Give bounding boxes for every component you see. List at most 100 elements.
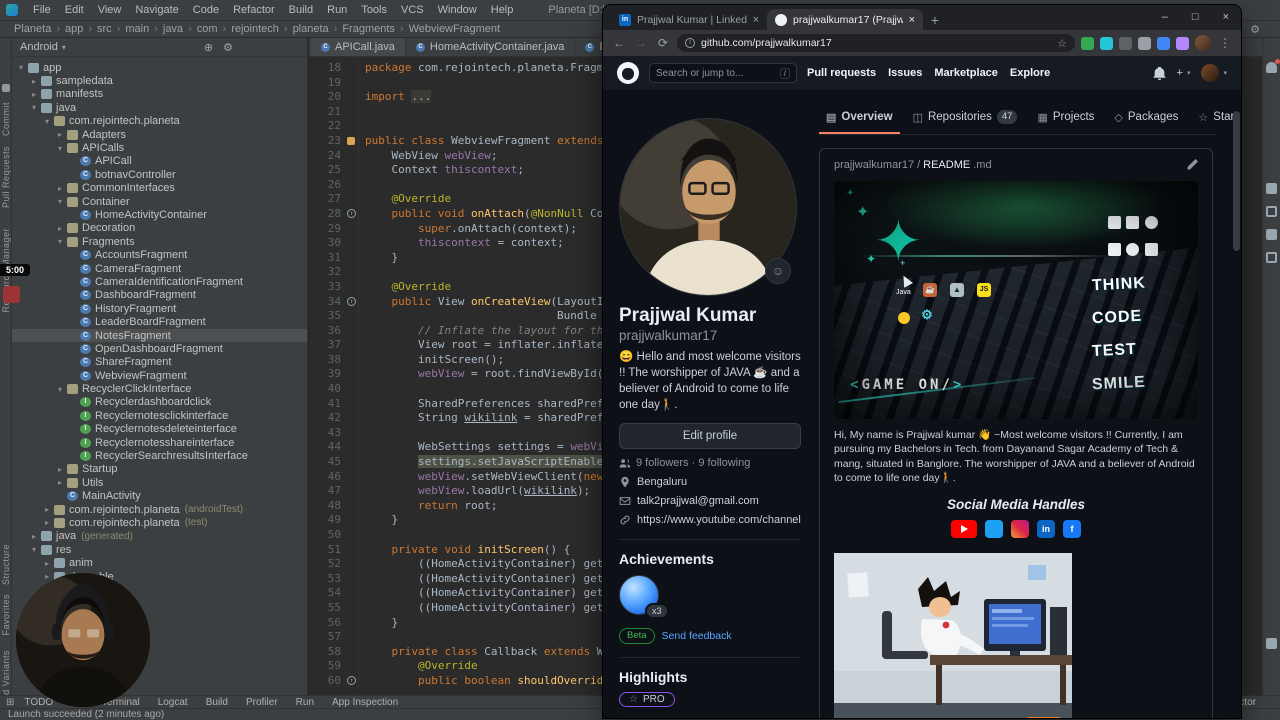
tree-item[interactable]: ▾ APICalls xyxy=(12,141,307,154)
tree-item[interactable]: ▾ res xyxy=(12,543,307,556)
extension-icon[interactable] xyxy=(1176,36,1189,50)
nav-link-marketplace[interactable]: Marketplace xyxy=(934,67,998,79)
menu-run[interactable]: Run xyxy=(320,4,354,16)
tree-item[interactable]: ▾ com.rejointech.planeta xyxy=(12,115,307,128)
tree-chevron-icon[interactable]: ▸ xyxy=(42,518,52,527)
menu-build[interactable]: Build xyxy=(282,4,320,16)
browser-profile-avatar[interactable] xyxy=(1195,35,1211,51)
facebook-icon[interactable]: f xyxy=(1063,519,1081,538)
set-status-button[interactable]: ☺ xyxy=(765,258,791,284)
reload-icon[interactable]: ⟳ xyxy=(655,36,671,50)
tree-item[interactable]: ▸ Decoration xyxy=(12,222,307,235)
tree-chevron-icon[interactable]: ▸ xyxy=(29,532,39,541)
nav-link-pull-requests[interactable]: Pull requests xyxy=(807,67,876,79)
tree-chevron-icon[interactable]: ▾ xyxy=(29,545,39,554)
breadcrumb-item[interactable]: rejointech xyxy=(218,23,279,35)
tree-item[interactable]: ▾ app xyxy=(12,61,307,74)
github-logo-icon[interactable] xyxy=(617,62,639,84)
tree-item[interactable]: ▸ com.rejointech.planeta (test) xyxy=(12,516,307,529)
tree-chevron-icon[interactable]: ▸ xyxy=(55,224,65,233)
tree-item[interactable]: C CameraIdentificationFragment xyxy=(12,275,307,288)
tree-item[interactable]: ▸ Adapters xyxy=(12,128,307,141)
tree-chevron-icon[interactable]: ▸ xyxy=(42,572,52,581)
breadcrumb-item[interactable]: Planeta xyxy=(14,23,51,35)
database-inspector-icon[interactable] xyxy=(1266,252,1277,263)
menu-edit[interactable]: Edit xyxy=(58,4,91,16)
tree-item[interactable]: C NotesFragment xyxy=(12,328,307,343)
readme-filename[interactable]: README xyxy=(923,159,970,171)
status-build[interactable]: Build xyxy=(206,697,228,708)
editor-tab[interactable]: C APICall.java xyxy=(311,38,406,56)
tool-button-favorites[interactable]: Favorites xyxy=(1,594,11,636)
instagram-icon[interactable] xyxy=(1011,519,1029,538)
tree-item[interactable]: I RecyclerSearchresultsInterface xyxy=(12,449,307,462)
extension-icon[interactable] xyxy=(1119,36,1132,50)
tree-chevron-icon[interactable]: ▸ xyxy=(29,77,39,86)
tool-button-structure[interactable]: Structure xyxy=(1,544,11,585)
edit-profile-button[interactable]: Edit profile xyxy=(619,422,801,449)
layout-grid-icon[interactable]: ⊞ xyxy=(6,697,14,708)
email-text[interactable]: talk2prajjwal@gmail.com xyxy=(637,495,759,507)
browser-tab[interactable]: prajjwalkumar17 (Prajjwal Kumar) × xyxy=(767,9,923,30)
tree-chevron-icon[interactable]: ▾ xyxy=(29,103,39,112)
tree-item[interactable]: I Recyclerdashboardclick xyxy=(12,396,307,409)
tree-item[interactable]: ▸ sampledata xyxy=(12,74,307,87)
tree-item[interactable]: ▾ Container xyxy=(12,195,307,208)
settings-gear-icon[interactable]: ⚙ xyxy=(1250,23,1260,36)
menu-help[interactable]: Help xyxy=(484,4,521,16)
menu-refactor[interactable]: Refactor xyxy=(226,4,282,16)
tree-item[interactable]: I Recyclernotesdeleteinterface xyxy=(12,423,307,436)
tree-item[interactable]: C HomeActivityContainer xyxy=(12,208,307,221)
tree-item[interactable]: C APICall xyxy=(12,155,307,168)
status-run[interactable]: Run xyxy=(296,697,314,708)
tree-item[interactable]: ▸ com.rejointech.planeta (androidTest) xyxy=(12,503,307,516)
breadcrumb-item[interactable]: java xyxy=(149,23,183,35)
tree-item[interactable]: I Recyclernotesclickinterface xyxy=(12,409,307,422)
project-view-selector[interactable]: Android xyxy=(20,41,58,53)
notifications-icon[interactable] xyxy=(1266,59,1280,73)
followers-line[interactable]: 9 followers · 9 following xyxy=(619,457,801,469)
extension-icon[interactable] xyxy=(1157,36,1170,50)
tree-item[interactable]: C WebviewFragment xyxy=(12,369,307,382)
tree-item[interactable]: C DashboardFragment xyxy=(12,289,307,302)
profile-website[interactable]: https://www.youtube.com/channel/UCSh3... xyxy=(619,514,801,526)
minimize-icon[interactable]: – xyxy=(1162,11,1168,23)
menu-vcs[interactable]: VCS xyxy=(394,4,431,16)
tree-item[interactable]: ▾ RecyclerClickInterface xyxy=(12,382,307,395)
structure-icon[interactable] xyxy=(1266,229,1277,240)
tree-item[interactable]: C LeaderBoardFragment xyxy=(12,315,307,328)
profile-tab-projects[interactable]: ▦ Projects xyxy=(1030,102,1101,134)
tree-item[interactable]: ▸ Startup xyxy=(12,463,307,476)
tree-chevron-icon[interactable]: ▾ xyxy=(55,385,65,394)
send-feedback-link[interactable]: Send feedback xyxy=(662,630,732,642)
tree-item[interactable]: C AccountsFragment xyxy=(12,248,307,261)
tree-item[interactable]: ▾ Fragments xyxy=(12,235,307,248)
browser-menu-icon[interactable]: ⋮ xyxy=(1217,36,1233,50)
menu-navigate[interactable]: Navigate xyxy=(128,4,185,16)
tree-item[interactable]: ▸ java (generated) xyxy=(12,530,307,543)
header-avatar[interactable] xyxy=(1201,64,1220,82)
close-icon[interactable]: × xyxy=(1223,11,1229,23)
nav-link-explore[interactable]: Explore xyxy=(1010,67,1050,79)
override-gutter-icon[interactable]: ↑ xyxy=(347,676,356,686)
linkedin-icon[interactable]: in xyxy=(1037,519,1055,538)
tree-item[interactable]: ▸ Utils xyxy=(12,476,307,489)
tree-item[interactable]: I Recyclernotesshareinterface xyxy=(12,436,307,449)
tree-item[interactable]: C CameraFragment xyxy=(12,262,307,275)
tree-item[interactable]: C MainActivity xyxy=(12,490,307,503)
site-info-icon[interactable]: i xyxy=(685,38,695,48)
tree-chevron-icon[interactable]: ▾ xyxy=(55,197,65,206)
editor-tab[interactable]: C HomeActivityContainer.java xyxy=(406,38,576,56)
address-bar[interactable]: i github.com/prajjwalkumar17 ☆ xyxy=(677,34,1075,52)
tree-chevron-icon[interactable]: ▸ xyxy=(29,90,39,99)
tree-chevron-icon[interactable]: ▾ xyxy=(16,63,26,72)
bookmark-star-icon[interactable]: ☆ xyxy=(1057,37,1067,50)
extension-icon[interactable] xyxy=(1081,36,1094,50)
tree-item[interactable]: C HistoryFragment xyxy=(12,302,307,315)
page-scrollbar[interactable] xyxy=(1233,111,1240,251)
profile-tab-overview[interactable]: ▤ Overview xyxy=(819,102,900,134)
tool-button-commit[interactable]: Commit xyxy=(1,102,11,136)
menu-file[interactable]: File xyxy=(26,4,58,16)
tree-item[interactable]: ▸ manifests xyxy=(12,88,307,101)
tree-item[interactable]: ▸ CommonInterfaces xyxy=(12,182,307,195)
